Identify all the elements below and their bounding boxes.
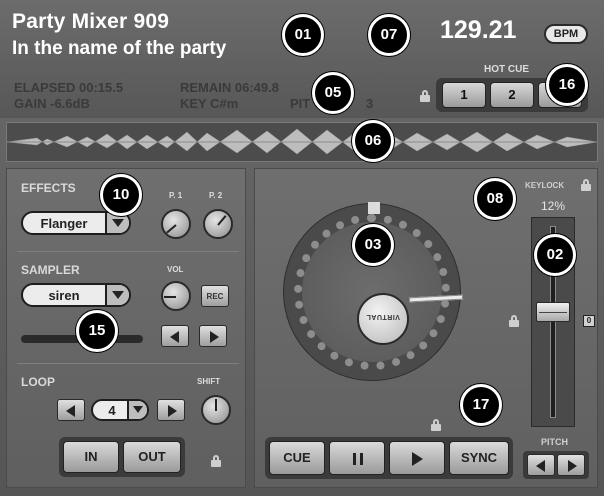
shift-label: SHIFT [197,377,221,386]
lock-icon[interactable] [431,419,441,431]
loop-label: LOOP [21,375,56,389]
callout-badge: 16 [546,64,588,106]
effect-select-value: Flanger [40,216,88,231]
loop-inout-group: IN OUT [59,437,185,477]
loop-in-button[interactable]: IN [63,441,119,473]
pitch-reset-button[interactable]: 0 [583,315,595,327]
keylock-label: KEYLOCK [525,181,565,190]
arrow-left-icon [170,331,179,343]
chevron-down-icon [127,401,147,419]
sync-button[interactable]: SYNC [449,441,509,475]
keylock-lock-icon[interactable] [581,179,591,191]
sampler-next-button[interactable] [199,325,227,347]
loop-length-select[interactable]: 4 [91,399,149,421]
chevron-down-icon [105,285,129,305]
callout-badge: 10 [100,174,142,216]
play-button[interactable] [389,441,445,475]
callout-badge: 08 [474,178,516,220]
loop-increase-button[interactable] [157,399,185,421]
arrow-right-icon [568,460,577,472]
effect-param1-knob[interactable] [161,209,191,239]
loop-decrease-button[interactable] [57,399,85,421]
effects-label: EFFECTS [21,181,76,195]
turntable-panel: VIRTUAL KEYLOCK 12% 0 PITCH CUE SYNC [254,168,598,488]
transport-controls: CUE SYNC [265,437,513,479]
arrow-right-icon [210,331,219,343]
gain-readout: GAIN -6.6dB [14,96,90,111]
callout-badge: 05 [312,72,354,114]
loop-shift-knob[interactable] [201,395,231,425]
key-readout: KEY C#m [180,96,239,111]
pitch-readout-tail: 3 [366,96,374,111]
callout-badge: 02 [534,234,576,276]
sampler-prev-button[interactable] [161,325,189,347]
lock-icon[interactable] [509,315,519,327]
vinyl-center-label: VIRTUAL [357,293,409,345]
sampler-rec-button[interactable]: REC [201,285,229,307]
lock-icon[interactable] [211,455,221,467]
hotcue-1-button[interactable]: 1 [442,82,486,108]
sampler-volume-knob[interactable] [161,281,191,311]
bpm-value: 129.21 [440,16,517,44]
divider [17,363,239,364]
arrow-left-icon [66,405,75,417]
virtualdj-deck: Party Mixer 909 In the name of the party… [0,0,604,496]
chevron-down-icon [105,213,129,233]
keylock-value: 12% [541,199,566,213]
track-title: Party Mixer 909 [12,10,170,33]
effect-param1-label: P. 1 [169,191,183,200]
hotcue-2-button[interactable]: 2 [490,82,534,108]
sampler-volume-label: VOL [167,265,184,274]
pause-button[interactable] [329,441,385,475]
pitch-readout: PIT [290,96,311,111]
loop-out-button[interactable]: OUT [123,441,181,473]
waveform-overview[interactable] [6,122,598,162]
elapsed-time: ELAPSED 00:15.5 [14,80,124,95]
callout-badge: 03 [352,224,394,266]
play-icon [412,452,423,466]
hotcue-label: HOT CUE [484,64,529,75]
pitch-slider-handle[interactable] [536,302,570,322]
brand-logo: VIRTUAL [366,313,400,320]
divider [17,251,239,252]
loop-length-value: 4 [108,403,116,418]
cue-button[interactable]: CUE [269,441,325,475]
lock-icon[interactable] [420,90,430,102]
arrow-left-icon [536,460,545,472]
track-artist: In the name of the party [12,38,227,59]
sampler-label: SAMPLER [21,263,80,277]
pitch-label: PITCH [541,437,568,447]
arrow-right-icon [168,405,177,417]
pitch-bend-down-button[interactable] [527,454,555,476]
waveform-graphic [6,128,598,155]
pause-icon [353,453,363,465]
pitch-bend-group [523,451,589,479]
jog-position-marker [368,202,380,214]
callout-badge: 01 [282,14,324,56]
sampler-select-value: siren [48,288,80,303]
callout-badge: 17 [460,384,502,426]
effect-param2-label: P. 2 [209,191,223,200]
bpm-button[interactable]: BPM [544,24,588,44]
sampler-rec-label: REC [206,292,224,301]
effect-param2-knob[interactable] [203,209,233,239]
callout-badge: 15 [76,310,118,352]
remaining-time: REMAIN 06:49.8 [180,80,279,95]
effects-sampler-loop-panel: EFFECTS P. 1 P. 2 Flanger SAMPLER VOL si… [6,168,246,488]
callout-badge: 07 [368,14,410,56]
sampler-select[interactable]: siren [21,283,131,307]
pitch-bend-up-button[interactable] [557,454,585,476]
callout-badge: 06 [352,120,394,162]
